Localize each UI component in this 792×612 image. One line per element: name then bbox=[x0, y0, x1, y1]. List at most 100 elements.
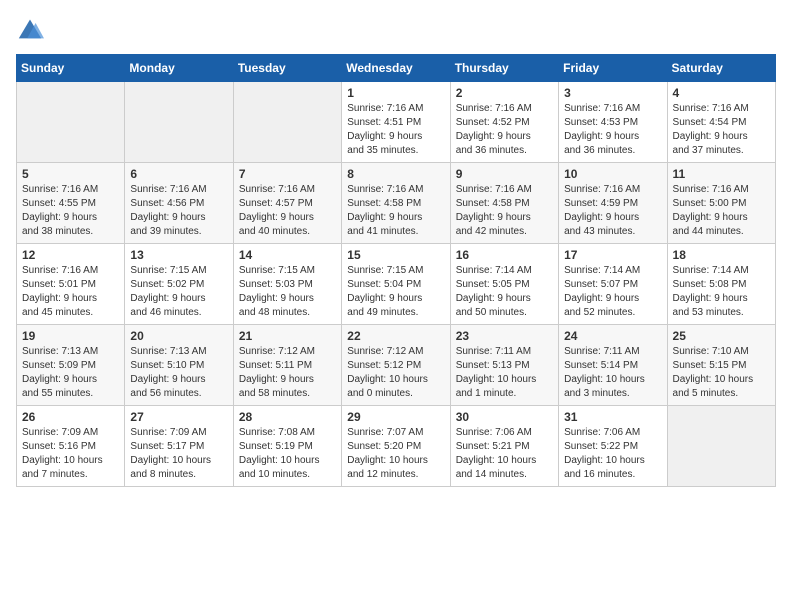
day-number: 11 bbox=[673, 167, 770, 181]
day-detail: Sunrise: 7:15 AM Sunset: 5:02 PM Dayligh… bbox=[130, 264, 227, 320]
calendar-cell: 12 Sunrise: 7:16 AM Sunset: 5:01 PM Dayli… bbox=[17, 244, 125, 325]
weekday-header: Wednesday bbox=[342, 55, 450, 82]
day-detail: Sunrise: 7:14 AM Sunset: 5:05 PM Dayligh… bbox=[456, 264, 553, 320]
day-detail: Sunrise: 7:10 AM Sunset: 5:15 PM Dayligh… bbox=[673, 345, 770, 401]
calendar-week-row: 5 Sunrise: 7:16 AM Sunset: 4:55 PM Daylig… bbox=[17, 163, 776, 244]
day-detail: Sunrise: 7:16 AM Sunset: 5:00 PM Dayligh… bbox=[673, 183, 770, 239]
day-number: 7 bbox=[239, 167, 336, 181]
day-number: 10 bbox=[564, 167, 661, 181]
day-detail: Sunrise: 7:07 AM Sunset: 5:20 PM Dayligh… bbox=[347, 426, 444, 482]
day-detail: Sunrise: 7:06 AM Sunset: 5:22 PM Dayligh… bbox=[564, 426, 661, 482]
calendar-cell: 13 Sunrise: 7:15 AM Sunset: 5:02 PM Dayli… bbox=[125, 244, 233, 325]
calendar-cell bbox=[125, 82, 233, 163]
calendar-cell bbox=[233, 82, 341, 163]
logo-icon bbox=[16, 16, 44, 44]
day-number: 5 bbox=[22, 167, 119, 181]
calendar-week-row: 19Sunrise: 7:13 AM Sunset: 5:09 PM Dayli… bbox=[17, 325, 776, 406]
day-detail: Sunrise: 7:16 AM Sunset: 4:58 PM Dayligh… bbox=[347, 183, 444, 239]
day-number: 22 bbox=[347, 329, 444, 343]
weekday-header: Monday bbox=[125, 55, 233, 82]
weekday-header: Tuesday bbox=[233, 55, 341, 82]
day-detail: Sunrise: 7:16 AM Sunset: 4:58 PM Dayligh… bbox=[456, 183, 553, 239]
day-number: 18 bbox=[673, 248, 770, 262]
day-number: 1 bbox=[347, 86, 444, 100]
day-number: 23 bbox=[456, 329, 553, 343]
day-number: 27 bbox=[130, 410, 227, 424]
calendar-week-row: 1 Sunrise: 7:16 AM Sunset: 4:51 PM Daylig… bbox=[17, 82, 776, 163]
calendar-cell: 27 Sunrise: 7:09 AM Sunset: 5:17 PM Dayli… bbox=[125, 406, 233, 487]
day-number: 20 bbox=[130, 329, 227, 343]
day-detail: Sunrise: 7:14 AM Sunset: 5:07 PM Dayligh… bbox=[564, 264, 661, 320]
day-number: 9 bbox=[456, 167, 553, 181]
day-number: 15 bbox=[347, 248, 444, 262]
day-number: 25 bbox=[673, 329, 770, 343]
day-detail: Sunrise: 7:12 AM Sunset: 5:12 PM Dayligh… bbox=[347, 345, 444, 401]
day-detail: Sunrise: 7:16 AM Sunset: 4:52 PM Dayligh… bbox=[456, 102, 553, 158]
calendar-cell: 5 Sunrise: 7:16 AM Sunset: 4:55 PM Daylig… bbox=[17, 163, 125, 244]
day-detail: Sunrise: 7:11 AM Sunset: 5:13 PM Dayligh… bbox=[456, 345, 553, 401]
calendar-cell: 6Sunrise: 7:16 AM Sunset: 4:56 PM Daylig… bbox=[125, 163, 233, 244]
day-detail: Sunrise: 7:12 AM Sunset: 5:11 PM Dayligh… bbox=[239, 345, 336, 401]
day-number: 31 bbox=[564, 410, 661, 424]
calendar-cell: 11 Sunrise: 7:16 AM Sunset: 5:00 PM Dayli… bbox=[667, 163, 775, 244]
day-number: 24 bbox=[564, 329, 661, 343]
calendar-cell: 22 Sunrise: 7:12 AM Sunset: 5:12 PM Dayli… bbox=[342, 325, 450, 406]
calendar-cell: 1 Sunrise: 7:16 AM Sunset: 4:51 PM Daylig… bbox=[342, 82, 450, 163]
calendar-cell: 29 Sunrise: 7:07 AM Sunset: 5:20 PM Dayli… bbox=[342, 406, 450, 487]
day-number: 12 bbox=[22, 248, 119, 262]
calendar-cell: 21 Sunrise: 7:12 AM Sunset: 5:11 PM Dayli… bbox=[233, 325, 341, 406]
day-number: 8 bbox=[347, 167, 444, 181]
day-number: 3 bbox=[564, 86, 661, 100]
day-number: 4 bbox=[673, 86, 770, 100]
day-number: 13 bbox=[130, 248, 227, 262]
calendar-cell: 8 Sunrise: 7:16 AM Sunset: 4:58 PM Daylig… bbox=[342, 163, 450, 244]
calendar-cell: 4 Sunrise: 7:16 AM Sunset: 4:54 PM Daylig… bbox=[667, 82, 775, 163]
calendar-cell: 9 Sunrise: 7:16 AM Sunset: 4:58 PM Daylig… bbox=[450, 163, 558, 244]
day-number: 16 bbox=[456, 248, 553, 262]
weekday-header-row: SundayMondayTuesdayWednesdayThursdayFrid… bbox=[17, 55, 776, 82]
calendar-cell: 18 Sunrise: 7:14 AM Sunset: 5:08 PM Dayli… bbox=[667, 244, 775, 325]
day-detail: Sunrise: 7:16 AM Sunset: 4:54 PM Dayligh… bbox=[673, 102, 770, 158]
day-detail: Sunrise: 7:16 AM Sunset: 4:53 PM Dayligh… bbox=[564, 102, 661, 158]
day-detail: Sunrise: 7:08 AM Sunset: 5:19 PM Dayligh… bbox=[239, 426, 336, 482]
calendar-cell: 16 Sunrise: 7:14 AM Sunset: 5:05 PM Dayli… bbox=[450, 244, 558, 325]
day-detail: Sunrise: 7:16 AM Sunset: 4:57 PM Dayligh… bbox=[239, 183, 336, 239]
day-detail: Sunrise: 7:15 AM Sunset: 5:04 PM Dayligh… bbox=[347, 264, 444, 320]
weekday-header: Sunday bbox=[17, 55, 125, 82]
day-number: 21 bbox=[239, 329, 336, 343]
day-number: 30 bbox=[456, 410, 553, 424]
calendar-cell: 20 Sunrise: 7:13 AM Sunset: 5:10 PM Dayli… bbox=[125, 325, 233, 406]
calendar-cell: 7 Sunrise: 7:16 AM Sunset: 4:57 PM Daylig… bbox=[233, 163, 341, 244]
calendar-cell: 30Sunrise: 7:06 AM Sunset: 5:21 PM Dayli… bbox=[450, 406, 558, 487]
day-detail: Sunrise: 7:11 AM Sunset: 5:14 PM Dayligh… bbox=[564, 345, 661, 401]
calendar-table: SundayMondayTuesdayWednesdayThursdayFrid… bbox=[16, 54, 776, 487]
calendar-cell: 14 Sunrise: 7:15 AM Sunset: 5:03 PM Dayli… bbox=[233, 244, 341, 325]
calendar-cell: 24 Sunrise: 7:11 AM Sunset: 5:14 PM Dayli… bbox=[559, 325, 667, 406]
day-detail: Sunrise: 7:15 AM Sunset: 5:03 PM Dayligh… bbox=[239, 264, 336, 320]
calendar-cell: 3 Sunrise: 7:16 AM Sunset: 4:53 PM Daylig… bbox=[559, 82, 667, 163]
calendar-cell: 15 Sunrise: 7:15 AM Sunset: 5:04 PM Dayli… bbox=[342, 244, 450, 325]
day-detail: Sunrise: 7:09 AM Sunset: 5:17 PM Dayligh… bbox=[130, 426, 227, 482]
day-number: 19 bbox=[22, 329, 119, 343]
calendar-cell: 17Sunrise: 7:14 AM Sunset: 5:07 PM Dayli… bbox=[559, 244, 667, 325]
day-detail: Sunrise: 7:16 AM Sunset: 4:55 PM Dayligh… bbox=[22, 183, 119, 239]
day-number: 29 bbox=[347, 410, 444, 424]
day-number: 28 bbox=[239, 410, 336, 424]
calendar-cell: 28 Sunrise: 7:08 AM Sunset: 5:19 PM Dayli… bbox=[233, 406, 341, 487]
calendar-cell: 26Sunrise: 7:09 AM Sunset: 5:16 PM Dayli… bbox=[17, 406, 125, 487]
calendar-cell bbox=[17, 82, 125, 163]
day-number: 6 bbox=[130, 167, 227, 181]
calendar-cell: 31 Sunrise: 7:06 AM Sunset: 5:22 PM Dayli… bbox=[559, 406, 667, 487]
logo bbox=[16, 16, 48, 44]
day-detail: Sunrise: 7:14 AM Sunset: 5:08 PM Dayligh… bbox=[673, 264, 770, 320]
weekday-header: Saturday bbox=[667, 55, 775, 82]
day-detail: Sunrise: 7:09 AM Sunset: 5:16 PM Dayligh… bbox=[22, 426, 119, 482]
day-number: 14 bbox=[239, 248, 336, 262]
day-detail: Sunrise: 7:16 AM Sunset: 4:51 PM Dayligh… bbox=[347, 102, 444, 158]
calendar-cell: 23 Sunrise: 7:11 AM Sunset: 5:13 PM Dayli… bbox=[450, 325, 558, 406]
day-detail: Sunrise: 7:16 AM Sunset: 5:01 PM Dayligh… bbox=[22, 264, 119, 320]
page-header bbox=[16, 16, 776, 44]
calendar-cell: 25 Sunrise: 7:10 AM Sunset: 5:15 PM Dayli… bbox=[667, 325, 775, 406]
calendar-cell: 19Sunrise: 7:13 AM Sunset: 5:09 PM Dayli… bbox=[17, 325, 125, 406]
day-detail: Sunrise: 7:13 AM Sunset: 5:10 PM Dayligh… bbox=[130, 345, 227, 401]
